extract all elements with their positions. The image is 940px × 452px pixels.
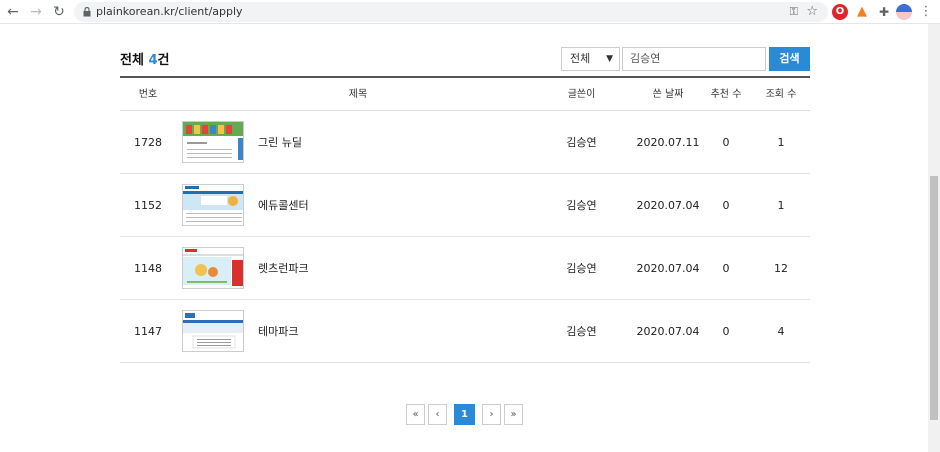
forward-arrow-icon[interactable]: → (27, 3, 45, 21)
row-recommend: 0 (722, 136, 730, 149)
page-scrollbar[interactable] (928, 24, 940, 452)
row-title[interactable]: 그린 뉴딜 (258, 111, 302, 174)
header-recommend: 추천 수 (710, 89, 742, 100)
total-number: 4 (148, 53, 158, 68)
reload-icon[interactable]: ↻ (50, 3, 68, 21)
extensions-puzzle-icon[interactable]: ✚ (876, 4, 892, 20)
row-number: 1152 (134, 199, 162, 212)
row-date: 2020.07.04 (636, 199, 700, 212)
row-date: 2020.07.04 (636, 325, 700, 338)
table-row[interactable]: 1152 에듀콜센터 김승연 2020.07.04 0 1 (120, 174, 810, 237)
browser-toolbar: ← → ↻ plainkorean.kr/client/apply ⚿ ☆ O … (0, 0, 940, 24)
total-suffix: 건 (157, 53, 170, 68)
first-page-button[interactable]: « (406, 404, 425, 425)
post-thumbnail[interactable] (182, 310, 244, 352)
header-writer: 글쓴이 (567, 89, 596, 100)
row-date: 2020.07.04 (636, 262, 700, 275)
apply-list-page: 전체 4건 전체 ▼ 김승연 검색 번호 제목 글쓴이 쓴 날짜 추천 수 조회… (120, 24, 810, 452)
row-recommend: 0 (722, 199, 730, 212)
lock-icon (83, 7, 91, 17)
total-prefix: 전체 (120, 53, 144, 68)
table-header: 번호 제목 글쓴이 쓴 날짜 추천 수 조회 수 (120, 76, 810, 111)
filter-selected-value: 전체 (570, 52, 591, 65)
table-row[interactable]: 1728 그린 뉴딜 김승연 2020.07.11 0 1 (120, 111, 810, 174)
page-1-button[interactable]: 1 (454, 404, 475, 425)
url-text: plainkorean.kr/client/apply (96, 5, 243, 18)
row-writer: 김승연 (566, 136, 597, 149)
row-recommend: 0 (722, 262, 730, 275)
vlc-extension-icon[interactable]: ▲ (854, 4, 870, 20)
row-number: 1728 (134, 136, 162, 149)
row-title[interactable]: 에듀콜센터 (258, 174, 309, 237)
row-writer: 김승연 (566, 262, 597, 275)
row-views: 12 (774, 262, 788, 275)
row-writer: 김승연 (566, 199, 597, 212)
last-page-button[interactable]: » (504, 404, 523, 425)
row-views: 1 (777, 199, 785, 212)
table-row[interactable]: 1147 테마파크 김승연 2020.07.04 0 4 (120, 300, 810, 363)
scrollbar-thumb[interactable] (930, 176, 938, 420)
row-title[interactable]: 렛츠런파크 (258, 237, 309, 300)
key-icon[interactable]: ⚿ (790, 5, 798, 19)
search-input[interactable]: 김승연 (622, 47, 766, 71)
row-number: 1148 (134, 262, 162, 275)
back-arrow-icon[interactable]: ← (4, 3, 22, 21)
next-page-button[interactable]: › (482, 404, 501, 425)
row-writer: 김승연 (566, 325, 597, 338)
bookmark-star-icon[interactable]: ☆ (806, 4, 818, 19)
row-views: 1 (777, 136, 785, 149)
chevron-down-icon: ▼ (606, 54, 613, 64)
row-recommend: 0 (722, 325, 730, 338)
search-button[interactable]: 검색 (769, 47, 810, 71)
post-table: 번호 제목 글쓴이 쓴 날짜 추천 수 조회 수 1728 그린 뉴딜 김승연 … (120, 76, 810, 363)
row-views: 4 (777, 325, 785, 338)
total-count: 전체 4건 (120, 49, 169, 68)
post-thumbnail[interactable] (182, 247, 244, 289)
opera-extension-icon[interactable]: O (832, 4, 848, 20)
row-date: 2020.07.11 (636, 136, 700, 149)
header-date: 쓴 날짜 (652, 89, 684, 100)
row-title[interactable]: 테마파크 (258, 300, 298, 363)
row-number: 1147 (134, 325, 162, 338)
post-thumbnail[interactable] (182, 184, 244, 226)
header-title: 제목 (348, 89, 368, 100)
header-num: 번호 (138, 89, 158, 100)
kebab-menu-icon[interactable]: ⋮ (918, 4, 934, 20)
prev-page-button[interactable]: ‹ (428, 404, 447, 425)
search-filter-select[interactable]: 전체 ▼ (561, 47, 620, 71)
search-input-value: 김승연 (630, 52, 661, 65)
profile-avatar[interactable] (896, 4, 912, 20)
header-views: 조회 수 (765, 89, 797, 100)
address-bar[interactable]: plainkorean.kr/client/apply ⚿ ☆ (74, 2, 828, 22)
table-row[interactable]: 1148 렛츠런파크 김승연 2020.07.04 0 12 (120, 237, 810, 300)
post-thumbnail[interactable] (182, 121, 244, 163)
